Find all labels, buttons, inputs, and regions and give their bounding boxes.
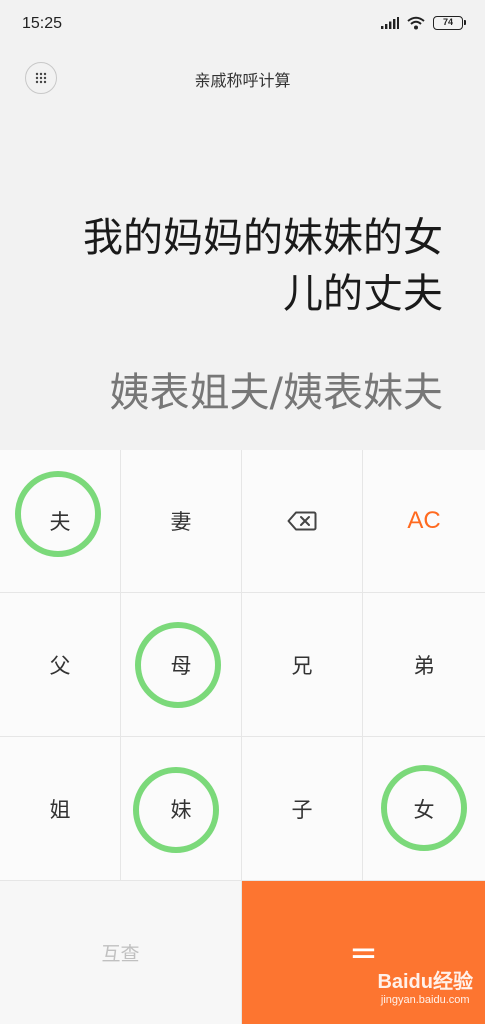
clear-all-button[interactable]: AC (363, 450, 485, 593)
result-display: 姨表姐夫/姨表妹夫 (109, 370, 443, 416)
key-label: 父 (49, 653, 71, 678)
status-bar: 15:25 74 (0, 0, 485, 52)
backspace-button[interactable] (242, 450, 363, 593)
page-title: 亲戚称呼计算 (194, 71, 291, 90)
key-label: 弟 (413, 653, 435, 678)
key-younger-sister[interactable]: 妹 (121, 737, 242, 881)
key-son[interactable]: 子 (242, 737, 363, 881)
key-older-sister[interactable]: 姐 (0, 737, 121, 881)
key-older-brother[interactable]: 兄 (242, 593, 363, 737)
key-label: 女 (413, 797, 435, 822)
key-wife[interactable]: 妻 (121, 450, 242, 593)
status-icons: 74 (381, 16, 466, 30)
key-label: 夫 (49, 510, 71, 534)
expression-line-2: 儿的丈夫 (283, 271, 443, 317)
keypad: 夫 妻 AC 父 母 兄 弟 姐 妹 子 女 互查 = Baidu经验 jing… (0, 450, 485, 1024)
equals-button[interactable]: = Baidu经验 jingyan.baidu.com (242, 881, 485, 1024)
key-younger-brother[interactable]: 弟 (363, 593, 485, 737)
expression-display: 我的妈妈的妹妹的女 儿的丈夫 (23, 210, 443, 322)
key-husband[interactable]: 夫 (0, 450, 121, 593)
backspace-icon (287, 511, 317, 531)
key-label: 兄 (291, 653, 313, 678)
key-label: AC (407, 507, 441, 534)
key-mother[interactable]: 母 (121, 593, 242, 737)
watermark-domain: jingyan.baidu.com (380, 994, 470, 1006)
watermark: Baidu经验 jingyan.baidu.com (377, 965, 473, 1006)
swap-button[interactable]: 互查 (0, 881, 242, 1024)
swap-label: 互查 (101, 943, 140, 965)
battery-icon: 74 (433, 16, 466, 30)
wifi-icon (407, 16, 425, 30)
key-daughter[interactable]: 女 (363, 737, 485, 881)
key-label: 姐 (49, 797, 71, 822)
app-header: 亲戚称呼计算 (0, 52, 485, 108)
key-label: 子 (291, 797, 313, 822)
watermark-brand: Baidu经验 (377, 971, 473, 993)
status-time: 15:25 (22, 15, 63, 32)
expression-line-1: 我的妈妈的妹妹的女 (83, 215, 443, 261)
key-label: 妹 (170, 797, 192, 822)
key-label: 母 (170, 653, 192, 678)
signal-icon (381, 17, 399, 29)
equals-label: = (349, 932, 378, 973)
key-label: 妻 (170, 510, 192, 534)
key-father[interactable]: 父 (0, 593, 121, 737)
